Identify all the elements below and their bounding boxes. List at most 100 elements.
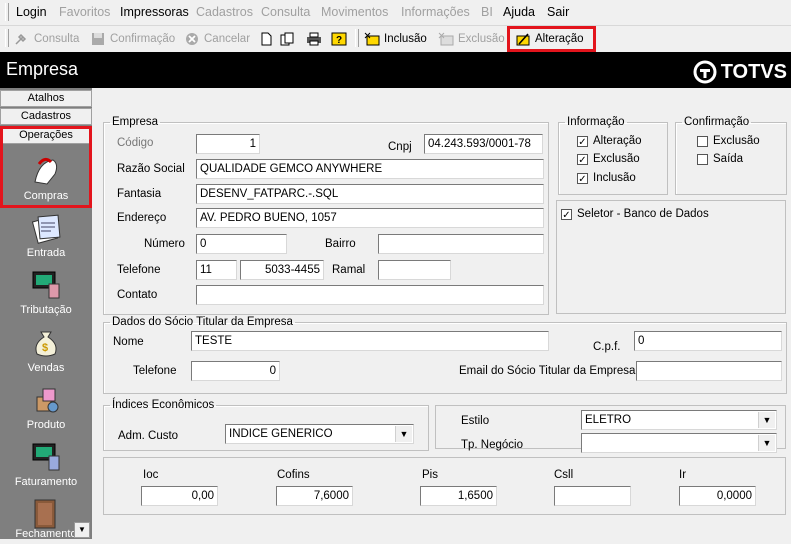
cancelar-label: Cancelar bbox=[204, 33, 251, 45]
numero-field[interactable]: 0 bbox=[196, 234, 287, 254]
totvs-logo-text: TOTVS bbox=[720, 60, 787, 83]
socio-legend: Dados do Sócio Titular da Empresa bbox=[112, 316, 293, 328]
new-document-icon bbox=[261, 32, 272, 46]
cofins-field[interactable]: 7,6000 bbox=[276, 486, 353, 506]
sidebar-tab-cadastros[interactable]: Cadastros bbox=[0, 108, 92, 125]
pis-field[interactable]: 1,6500 bbox=[420, 486, 497, 506]
produto-icon bbox=[36, 388, 59, 413]
confirmacao-button[interactable]: Confirmação bbox=[90, 32, 175, 46]
save-icon bbox=[92, 33, 104, 45]
ddd-field[interactable]: 11 bbox=[196, 260, 237, 280]
informacao-inclusao-label: Inclusão bbox=[593, 172, 636, 184]
socio-nome-label: Nome bbox=[113, 336, 144, 348]
menu-login[interactable]: Login bbox=[16, 5, 47, 19]
new-document-button[interactable] bbox=[258, 32, 274, 46]
fantasia-field[interactable]: DESENV_FATPARC.-.SQL bbox=[196, 184, 544, 204]
informacao-exclusao-label: Exclusão bbox=[593, 153, 640, 165]
printer-icon bbox=[307, 32, 321, 46]
ir-field[interactable]: 0,0000 bbox=[679, 486, 756, 506]
seletor-banco-checkbox[interactable]: ✓ Seletor - Banco de Dados bbox=[561, 208, 709, 221]
toolbar-separator bbox=[355, 29, 359, 47]
confirmacao-label: Confirmação bbox=[110, 33, 176, 45]
cnpj-field[interactable]: 04.243.593/0001-78 bbox=[424, 134, 543, 154]
ramal-field[interactable] bbox=[378, 260, 451, 280]
adm-custo-select[interactable]: INDICE GENERICO ▼ bbox=[225, 424, 414, 444]
razao-social-label: Razão Social bbox=[117, 163, 185, 175]
menu-ajuda[interactable]: Ajuda bbox=[503, 5, 535, 19]
sidebar-tab-atalhos[interactable]: Atalhos bbox=[0, 90, 92, 107]
seletor-banco-label: Seletor - Banco de Dados bbox=[577, 208, 709, 220]
confirmacao-saida-label: Saída bbox=[713, 153, 744, 165]
sidebar-item-faturamento[interactable]: Faturamento bbox=[0, 440, 92, 488]
entrada-icon bbox=[31, 214, 61, 244]
bairro-field[interactable] bbox=[378, 234, 544, 254]
menu-cadastros[interactable]: Cadastros bbox=[196, 5, 253, 19]
sidebar-item-vendas[interactable]: $ Vendas bbox=[0, 326, 92, 374]
menu-favoritos[interactable]: Favoritos bbox=[59, 5, 110, 19]
cofins-label: Cofins bbox=[277, 469, 310, 481]
empty-checkbox-icon bbox=[697, 135, 708, 147]
estilo-select[interactable]: ELETRO ▼ bbox=[581, 410, 777, 430]
informacao-inclusao-checkbox[interactable]: ✓ Inclusão bbox=[577, 172, 636, 185]
csll-field[interactable] bbox=[554, 486, 631, 506]
informacao-legend: Informação bbox=[567, 116, 625, 128]
sidebar-scroll-down-button[interactable]: ▼ bbox=[74, 522, 90, 538]
telefone-field[interactable]: 5033-4455 bbox=[240, 260, 324, 280]
fantasia-label: Fantasia bbox=[117, 188, 162, 200]
socio-email-field[interactable] bbox=[636, 361, 782, 381]
help-button[interactable]: ? bbox=[331, 32, 347, 46]
adm-custo-label: Adm. Custo bbox=[118, 430, 179, 442]
empresa-legend: Empresa bbox=[112, 116, 159, 128]
chevron-down-icon[interactable]: ▼ bbox=[758, 435, 775, 451]
codigo-field[interactable]: 1 bbox=[196, 134, 260, 154]
confirmacao-exclusao-label: Exclusão bbox=[713, 135, 760, 147]
copy-button[interactable] bbox=[279, 32, 295, 46]
alteracao-highlight bbox=[507, 26, 596, 52]
contato-field[interactable] bbox=[196, 285, 544, 305]
menu-consulta[interactable]: Consulta bbox=[261, 5, 310, 19]
exclusao-button[interactable]: Exclusão bbox=[438, 32, 505, 46]
confirmacao-saida-checkbox[interactable]: Saída bbox=[697, 153, 743, 165]
consulta-button[interactable]: Consulta bbox=[14, 32, 79, 46]
sidebar: Atalhos Cadastros Operações Compras Entr… bbox=[0, 88, 92, 540]
socio-nome-field[interactable]: TESTE bbox=[191, 331, 549, 351]
informacao-exclusao-checkbox[interactable]: ✓ Exclusão bbox=[577, 153, 640, 166]
sidebar-item-label: Faturamento bbox=[14, 476, 78, 488]
menu-bi[interactable]: BI bbox=[481, 5, 493, 19]
cancelar-button[interactable]: Cancelar bbox=[184, 32, 250, 46]
confirmacao-exclusao-checkbox[interactable]: Exclusão bbox=[697, 135, 760, 147]
main-form: Empresa Código 1 Cnpj 04.243.593/0001-78… bbox=[93, 88, 791, 539]
cnpj-label: Cnpj bbox=[388, 141, 412, 153]
razao-social-field[interactable]: QUALIDADE GEMCO ANYWHERE bbox=[196, 159, 544, 179]
tp-negocio-select[interactable]: ▼ bbox=[581, 433, 777, 453]
empty-checkbox-icon bbox=[697, 153, 708, 165]
endereco-field[interactable]: AV. PEDRO BUENO, 1057 bbox=[196, 208, 544, 228]
menu-sair[interactable]: Sair bbox=[547, 5, 569, 19]
socio-telefone-field[interactable]: 0 bbox=[191, 361, 280, 381]
ramal-label: Ramal bbox=[332, 264, 366, 276]
toolbar-grip bbox=[5, 29, 9, 47]
inclusao-label: Inclusão bbox=[384, 33, 427, 45]
sidebar-item-produto[interactable]: Produto bbox=[0, 383, 92, 431]
inclusao-icon bbox=[364, 32, 380, 46]
sidebar-item-label: Vendas bbox=[27, 362, 65, 374]
exclusao-label: Exclusão bbox=[458, 33, 505, 45]
page-title: Empresa bbox=[6, 59, 79, 79]
ioc-field[interactable]: 0,00 bbox=[141, 486, 218, 506]
sidebar-item-label: Fechamento bbox=[15, 528, 77, 540]
sidebar-item-label: Entrada bbox=[26, 247, 66, 259]
inclusao-button[interactable]: Inclusão bbox=[364, 32, 427, 46]
menu-impressoras[interactable]: Impressoras bbox=[120, 5, 189, 19]
sidebar-item-tributacao[interactable]: Tributação bbox=[0, 268, 92, 316]
menu-informacoes[interactable]: Informações bbox=[401, 5, 470, 19]
menu-movimentos[interactable]: Movimentos bbox=[321, 5, 388, 19]
print-button[interactable] bbox=[306, 32, 322, 46]
estilo-label: Estilo bbox=[461, 415, 490, 427]
socio-telefone-label: Telefone bbox=[133, 365, 177, 377]
chevron-down-icon[interactable]: ▼ bbox=[395, 426, 412, 442]
socio-cpf-field[interactable]: 0 bbox=[634, 331, 782, 351]
informacao-alteracao-checkbox[interactable]: ✓ Alteração bbox=[577, 135, 642, 148]
svg-text:$: $ bbox=[42, 342, 48, 354]
chevron-down-icon[interactable]: ▼ bbox=[758, 412, 775, 428]
sidebar-item-entrada[interactable]: Entrada bbox=[0, 211, 92, 259]
